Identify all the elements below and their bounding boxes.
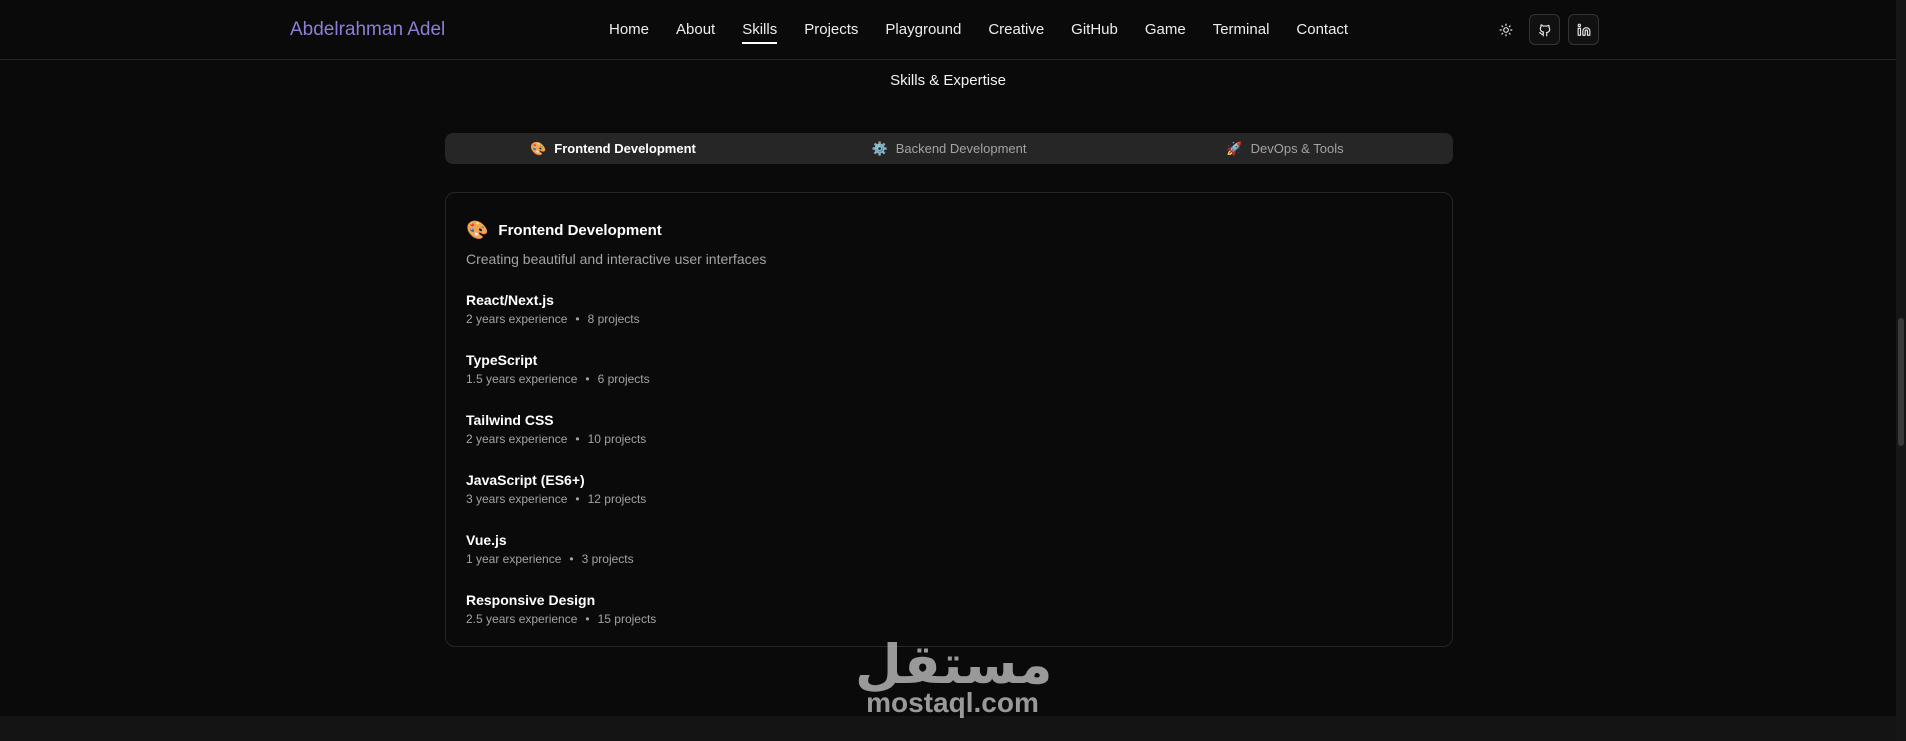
rocket-icon: 🚀 xyxy=(1226,141,1243,156)
skill-projects: 3 projects xyxy=(581,552,634,566)
nav-links: Home About Skills Projects Playground Cr… xyxy=(609,21,1348,44)
brand-logo-text[interactable]: Abdelrahman Adel xyxy=(290,19,445,41)
skills-list: React/Next.js 2 years experience • 8 proje… xyxy=(466,292,656,652)
nav-link-terminal[interactable]: Terminal xyxy=(1213,21,1270,42)
sun-icon xyxy=(1499,23,1512,36)
skill-name: React/Next.js xyxy=(466,292,554,308)
top-navbar: Abdelrahman Adel Home About Skills Proje… xyxy=(0,0,1906,60)
nav-link-skills[interactable]: Skills xyxy=(742,21,778,44)
tab-backend[interactable]: ⚙️ Backend Development xyxy=(784,136,1114,161)
skill-projects: 10 projects xyxy=(587,432,647,446)
skill-experience: 3 years experience xyxy=(466,492,568,506)
skill-experience: 2.5 years experience xyxy=(466,612,578,626)
skill-meta: 3 years experience • 12 projects xyxy=(466,492,656,506)
card-header: 🎨 Frontend Development xyxy=(466,221,662,239)
nav-link-github[interactable]: GitHub xyxy=(1071,21,1118,42)
skill-projects: 15 projects xyxy=(597,612,657,626)
github-button[interactable] xyxy=(1529,14,1560,45)
list-item: Vue.js 1 year experience • 3 projects xyxy=(466,532,656,592)
separator-dot: • xyxy=(575,492,580,506)
skills-tabs: 🎨 Frontend Development ⚙️ Backend Develo… xyxy=(445,133,1453,164)
skill-name: TypeScript xyxy=(466,352,538,368)
nav-link-about[interactable]: About xyxy=(676,21,715,42)
skill-meta: 1.5 years experience • 6 projects xyxy=(466,372,656,386)
section-title: Skills & Expertise xyxy=(890,72,1006,89)
skill-name: Vue.js xyxy=(466,532,507,548)
nav-link-creative[interactable]: Creative xyxy=(988,21,1044,42)
skills-card: 🎨 Frontend Development Creating beautifu… xyxy=(445,192,1453,647)
skill-name: JavaScript (ES6+) xyxy=(466,472,585,488)
tab-label: Backend Development xyxy=(895,141,1027,156)
watermark-latin: mostaql.com xyxy=(866,687,1039,718)
nav-link-home[interactable]: Home xyxy=(609,21,649,42)
skill-meta: 2 years experience • 10 projects xyxy=(466,432,656,446)
skill-projects: 6 projects xyxy=(597,372,650,386)
list-item: Tailwind CSS 2 years experience • 10 proje… xyxy=(466,412,656,472)
separator-dot: • xyxy=(585,612,590,626)
nav-link-contact[interactable]: Contact xyxy=(1296,21,1348,42)
github-icon xyxy=(1538,23,1550,36)
skill-meta: 2.5 years experience • 15 projects xyxy=(466,612,656,626)
footer-band xyxy=(0,716,1906,741)
linkedin-icon xyxy=(1577,23,1590,36)
tab-devops[interactable]: 🚀 DevOps & Tools xyxy=(1120,136,1450,161)
nav-link-game[interactable]: Game xyxy=(1145,21,1186,42)
skill-experience: 2 years experience xyxy=(466,312,568,326)
skill-name: Responsive Design xyxy=(466,592,596,608)
linkedin-button[interactable] xyxy=(1568,14,1599,45)
separator-dot: • xyxy=(569,552,574,566)
tab-label: Frontend Development xyxy=(554,141,696,156)
card-description: Creating beautiful and interactive user … xyxy=(466,251,767,267)
skill-projects: 12 projects xyxy=(587,492,647,506)
nav-actions xyxy=(1490,14,1599,45)
gear-icon: ⚙️ xyxy=(871,141,888,156)
palette-icon: 🎨 xyxy=(466,220,489,240)
card-title: Frontend Development xyxy=(498,221,662,239)
skill-projects: 8 projects xyxy=(587,312,640,326)
palette-icon: 🎨 xyxy=(530,141,547,156)
nav-link-playground[interactable]: Playground xyxy=(885,21,961,42)
list-item: React/Next.js 2 years experience • 8 proje… xyxy=(466,292,656,352)
watermark-arabic: مستقل xyxy=(855,633,1053,696)
skill-meta: 2 years experience • 8 projects xyxy=(466,312,656,326)
scrollbar-thumb[interactable] xyxy=(1898,318,1904,446)
list-item: Responsive Design 2.5 years experience • 1… xyxy=(466,592,656,652)
theme-toggle-button[interactable] xyxy=(1490,14,1521,45)
mostaql-watermark: مستقل mostaql.com xyxy=(855,633,1053,718)
skill-meta: 1 year experience • 3 projects xyxy=(466,552,656,566)
skill-name: Tailwind CSS xyxy=(466,412,554,428)
list-item: TypeScript 1.5 years experience • 6 projec… xyxy=(466,352,656,412)
separator-dot: • xyxy=(575,312,580,326)
skill-experience: 2 years experience xyxy=(466,432,568,446)
separator-dot: • xyxy=(585,372,590,386)
tab-frontend[interactable]: 🎨 Frontend Development xyxy=(448,136,778,161)
tab-label: DevOps & Tools xyxy=(1250,141,1344,156)
skill-experience: 1 year experience xyxy=(466,552,562,566)
separator-dot: • xyxy=(575,432,580,446)
skill-experience: 1.5 years experience xyxy=(466,372,578,386)
list-item: JavaScript (ES6+) 3 years experience • 12 … xyxy=(466,472,656,532)
nav-link-projects[interactable]: Projects xyxy=(804,21,858,42)
page-scrollbar[interactable] xyxy=(1896,0,1906,741)
